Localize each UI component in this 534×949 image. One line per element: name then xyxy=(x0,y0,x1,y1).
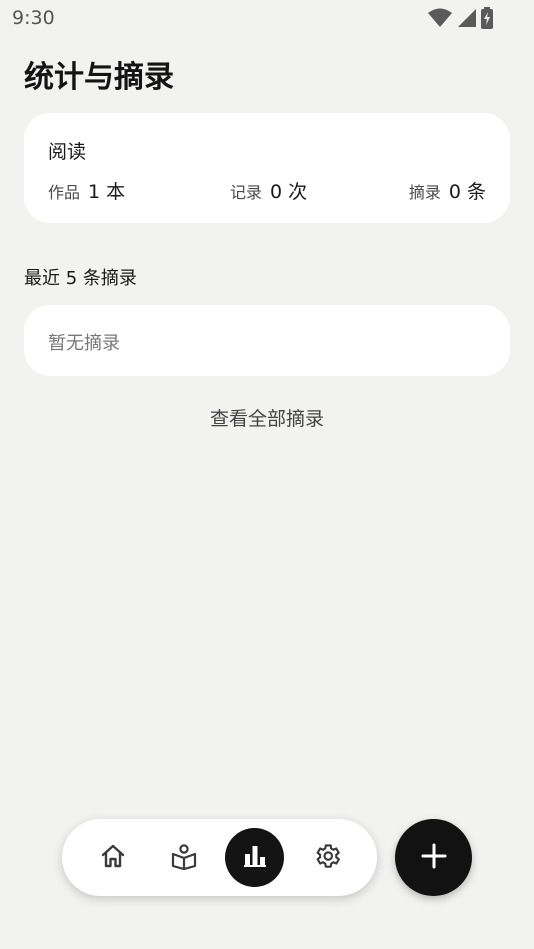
recent-excerpts-card: 暂无摘录 xyxy=(24,305,510,376)
home-icon xyxy=(99,842,127,874)
bar-chart-icon xyxy=(241,842,269,874)
book-reader-icon xyxy=(170,842,198,874)
status-bar: 9:30 xyxy=(0,0,534,36)
reading-stats-card: 阅读 作品 1 本 记录 0 次 摘录 0 条 xyxy=(24,113,510,223)
bottom-nav xyxy=(62,819,377,896)
nav-books[interactable] xyxy=(154,828,213,887)
wifi-icon xyxy=(428,8,452,28)
stat-records-label: 记录 xyxy=(230,183,263,202)
statistics-screen: 9:30 统计与摘录 阅读 作品 1 本 记录 0 次 摘录 0 条 最近 5 … xyxy=(0,0,534,949)
empty-state-text: 暂无摘录 xyxy=(48,333,120,354)
plus-icon xyxy=(421,843,447,873)
status-time: 9:30 xyxy=(12,7,55,29)
signal-icon xyxy=(456,8,476,28)
recent-excerpts-title: 最近 5 条摘录 xyxy=(24,268,137,289)
gear-icon xyxy=(312,841,342,875)
stat-works-value: 1 本 xyxy=(88,181,126,203)
nav-settings[interactable] xyxy=(297,828,356,887)
reading-card-title: 阅读 xyxy=(48,141,87,163)
stat-excerpts-value: 0 条 xyxy=(448,181,486,203)
stat-excerpts-label: 摘录 xyxy=(408,183,441,202)
add-fab-button[interactable] xyxy=(395,819,472,896)
stat-excerpts: 摘录 0 条 xyxy=(409,177,486,204)
battery-charging-icon xyxy=(480,7,494,29)
stat-works: 作品 1 本 xyxy=(48,177,125,204)
nav-stats[interactable] xyxy=(225,828,284,887)
stat-works-label: 作品 xyxy=(48,183,81,202)
status-icons xyxy=(428,7,494,29)
stat-records-value: 0 次 xyxy=(270,181,308,203)
nav-home[interactable] xyxy=(83,828,142,887)
page-title: 统计与摘录 xyxy=(24,60,174,95)
stat-records: 记录 0 次 xyxy=(230,177,307,204)
view-all-excerpts-link[interactable]: 查看全部摘录 xyxy=(0,404,534,431)
